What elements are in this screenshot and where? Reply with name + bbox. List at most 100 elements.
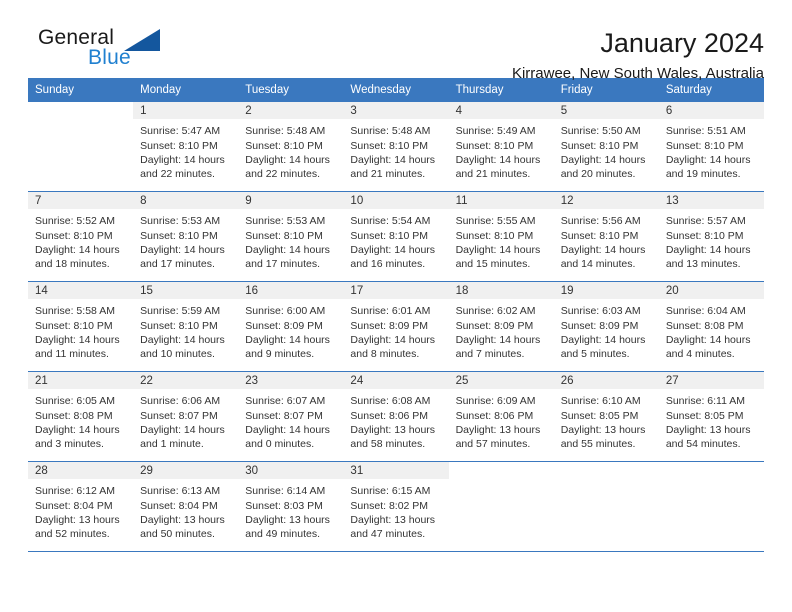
calendar-day-cell[interactable]: 12 Sunrise: 5:56 AM Sunset: 8:10 PM Dayl…	[553, 192, 659, 281]
calendar-day-cell[interactable]: 2 Sunrise: 5:48 AM Sunset: 8:10 PM Dayli…	[238, 102, 344, 191]
calendar-day-cell[interactable]: 31 Sunrise: 6:15 AM Sunset: 8:02 PM Dayl…	[343, 462, 449, 551]
sunset-text: Sunset: 8:05 PM	[560, 409, 639, 422]
calendar-day-cell[interactable]: 18 Sunrise: 6:02 AM Sunset: 8:09 PM Dayl…	[448, 282, 554, 371]
sunset-text: Sunset: 8:09 PM	[245, 319, 323, 332]
daylight-text-line1: Daylight: 13 hours	[455, 423, 541, 436]
sunrise-text: Sunrise: 5:48 AM	[350, 125, 431, 138]
day-details: Sunrise: 5:57 AM Sunset: 8:10 PM Dayligh…	[659, 209, 764, 271]
calendar-day-cell[interactable]: 19 Sunrise: 6:03 AM Sunset: 8:09 PM Dayl…	[553, 282, 659, 371]
daylight-text-line1: Daylight: 13 hours	[35, 513, 120, 526]
calendar-day-cell[interactable]: 8 Sunrise: 5:53 AM Sunset: 8:10 PM Dayli…	[133, 192, 239, 281]
day-details: Sunrise: 6:13 AM Sunset: 8:04 PM Dayligh…	[133, 479, 238, 541]
daylight-text-line1: Daylight: 13 hours	[665, 423, 751, 436]
daylight-text-line2: and 3 minutes.	[35, 437, 104, 450]
day-details: Sunrise: 5:55 AM Sunset: 8:10 PM Dayligh…	[449, 209, 554, 271]
calendar-day-cell[interactable]: 17 Sunrise: 6:01 AM Sunset: 8:09 PM Dayl…	[343, 282, 449, 371]
calendar-day-cell[interactable]: 21 Sunrise: 6:05 AM Sunset: 8:08 PM Dayl…	[28, 372, 134, 461]
day-number	[449, 462, 554, 479]
sunset-text: Sunset: 8:07 PM	[140, 409, 218, 422]
sunset-text: Sunset: 8:06 PM	[350, 409, 429, 422]
weekday-header-row: Sunday Monday Tuesday Wednesday Thursday…	[28, 78, 764, 103]
daylight-text-line2: and 20 minutes.	[560, 167, 636, 180]
day-details: Sunrise: 5:59 AM Sunset: 8:10 PM Dayligh…	[133, 299, 238, 361]
day-number: 3	[343, 102, 449, 120]
daylight-text-line1: Daylight: 13 hours	[140, 513, 225, 526]
calendar-day-cell[interactable]: 26 Sunrise: 6:10 AM Sunset: 8:05 PM Dayl…	[553, 372, 659, 461]
day-number: 12	[553, 192, 659, 210]
calendar-day-cell[interactable]: 11 Sunrise: 5:55 AM Sunset: 8:10 PM Dayl…	[448, 192, 554, 281]
sunset-text: Sunset: 8:10 PM	[35, 319, 113, 332]
calendar-day-cell[interactable]: 5 Sunrise: 5:50 AM Sunset: 8:10 PM Dayli…	[553, 102, 659, 191]
day-number	[659, 462, 764, 479]
daylight-text-line2: and 22 minutes.	[140, 167, 215, 180]
day-number: 27	[658, 372, 764, 390]
calendar-day-cell[interactable]: 6 Sunrise: 5:51 AM Sunset: 8:10 PM Dayli…	[658, 102, 764, 191]
sunrise-text: Sunrise: 5:49 AM	[455, 125, 536, 138]
calendar-day-cell[interactable]: 29 Sunrise: 6:13 AM Sunset: 8:04 PM Dayl…	[133, 462, 239, 551]
sunrise-text: Sunrise: 5:53 AM	[140, 215, 221, 228]
day-details: Sunrise: 5:53 AM Sunset: 8:10 PM Dayligh…	[238, 209, 343, 271]
general-blue-logo[interactable]: General Blue	[28, 26, 168, 78]
sunrise-text: Sunrise: 5:58 AM	[35, 305, 115, 318]
sunrise-text: Sunrise: 6:10 AM	[560, 395, 641, 408]
daylight-text-line2: and 14 minutes.	[560, 257, 636, 270]
daylight-text-line2: and 52 minutes.	[35, 527, 110, 540]
calendar-day-cell[interactable]: 25 Sunrise: 6:09 AM Sunset: 8:06 PM Dayl…	[448, 372, 554, 461]
day-details: Sunrise: 5:49 AM Sunset: 8:10 PM Dayligh…	[449, 119, 554, 181]
calendar-day-cell[interactable]: 22 Sunrise: 6:06 AM Sunset: 8:07 PM Dayl…	[133, 372, 239, 461]
day-number: 2	[238, 102, 344, 120]
day-number: 28	[28, 462, 134, 480]
day-number: 1	[133, 102, 239, 120]
calendar-day-cell[interactable]: 30 Sunrise: 6:14 AM Sunset: 8:03 PM Dayl…	[238, 462, 344, 551]
daylight-text-line1: Daylight: 13 hours	[560, 423, 646, 436]
daylight-text-line1: Daylight: 14 hours	[560, 153, 646, 166]
weekday-header-thursday: Thursday	[455, 84, 504, 96]
day-details: Sunrise: 6:08 AM Sunset: 8:06 PM Dayligh…	[343, 389, 448, 451]
page-title: January 2024	[600, 28, 764, 58]
calendar-day-cell[interactable]: 3 Sunrise: 5:48 AM Sunset: 8:10 PM Dayli…	[343, 102, 449, 191]
calendar-day-cell[interactable]: 28 Sunrise: 6:12 AM Sunset: 8:04 PM Dayl…	[28, 462, 134, 551]
calendar-day-cell[interactable]: 9 Sunrise: 5:53 AM Sunset: 8:10 PM Dayli…	[238, 192, 344, 281]
calendar-day-cell[interactable]: 24 Sunrise: 6:08 AM Sunset: 8:06 PM Dayl…	[343, 372, 449, 461]
day-number	[554, 462, 659, 479]
daylight-text-line1: Daylight: 14 hours	[560, 243, 646, 256]
day-details: Sunrise: 5:58 AM Sunset: 8:10 PM Dayligh…	[28, 299, 133, 361]
daylight-text-line1: Daylight: 14 hours	[140, 333, 225, 346]
calendar-day-cell[interactable]: 13 Sunrise: 5:57 AM Sunset: 8:10 PM Dayl…	[658, 192, 764, 281]
sunrise-text: Sunrise: 5:56 AM	[560, 215, 641, 228]
sunrise-text: Sunrise: 5:52 AM	[35, 215, 115, 228]
calendar-day-cell[interactable]: 15 Sunrise: 5:59 AM Sunset: 8:10 PM Dayl…	[133, 282, 239, 371]
daylight-text-line1: Daylight: 14 hours	[245, 333, 330, 346]
calendar-day-cell[interactable]: 10 Sunrise: 5:54 AM Sunset: 8:10 PM Dayl…	[343, 192, 449, 281]
calendar-day-cell[interactable]: 23 Sunrise: 6:07 AM Sunset: 8:07 PM Dayl…	[238, 372, 344, 461]
day-details	[449, 479, 554, 484]
sunset-text: Sunset: 8:10 PM	[560, 139, 639, 152]
daylight-text-line1: Daylight: 14 hours	[35, 423, 120, 436]
day-number: 15	[133, 282, 239, 300]
day-number: 30	[238, 462, 344, 480]
daylight-text-line2: and 5 minutes.	[560, 347, 630, 360]
day-number: 13	[658, 192, 764, 210]
sunrise-text: Sunrise: 5:47 AM	[140, 125, 221, 138]
daylight-text-line2: and 50 minutes.	[140, 527, 215, 540]
sunrise-text: Sunrise: 6:05 AM	[35, 395, 115, 408]
calendar-day-cell[interactable]: 4 Sunrise: 5:49 AM Sunset: 8:10 PM Dayli…	[448, 102, 554, 191]
sunrise-text: Sunrise: 6:15 AM	[350, 485, 431, 498]
day-number: 19	[553, 282, 659, 300]
calendar-day-cell[interactable]: 14 Sunrise: 5:58 AM Sunset: 8:10 PM Dayl…	[28, 282, 134, 371]
sunset-text: Sunset: 8:04 PM	[140, 499, 218, 512]
day-number: 26	[553, 372, 659, 390]
calendar-day-cell[interactable]: 20 Sunrise: 6:04 AM Sunset: 8:08 PM Dayl…	[658, 282, 764, 371]
sunset-text: Sunset: 8:10 PM	[35, 229, 113, 242]
calendar-day-cell[interactable]: 16 Sunrise: 6:00 AM Sunset: 8:09 PM Dayl…	[238, 282, 344, 371]
sunrise-text: Sunrise: 6:06 AM	[140, 395, 221, 408]
title-block: January 2024 Kirrawee, New South Wales, …	[512, 26, 764, 82]
calendar-day-cell[interactable]: 27 Sunrise: 6:11 AM Sunset: 8:05 PM Dayl…	[658, 372, 764, 461]
daylight-text-line1: Daylight: 14 hours	[350, 153, 436, 166]
day-number: 14	[28, 282, 134, 300]
day-details	[28, 119, 133, 124]
calendar-day-cell[interactable]: 1 Sunrise: 5:47 AM Sunset: 8:10 PM Dayli…	[133, 102, 239, 191]
daylight-text-line1: Daylight: 14 hours	[245, 243, 330, 256]
day-details: Sunrise: 6:12 AM Sunset: 8:04 PM Dayligh…	[28, 479, 133, 541]
calendar-day-cell[interactable]: 7 Sunrise: 5:52 AM Sunset: 8:10 PM Dayli…	[28, 192, 134, 281]
